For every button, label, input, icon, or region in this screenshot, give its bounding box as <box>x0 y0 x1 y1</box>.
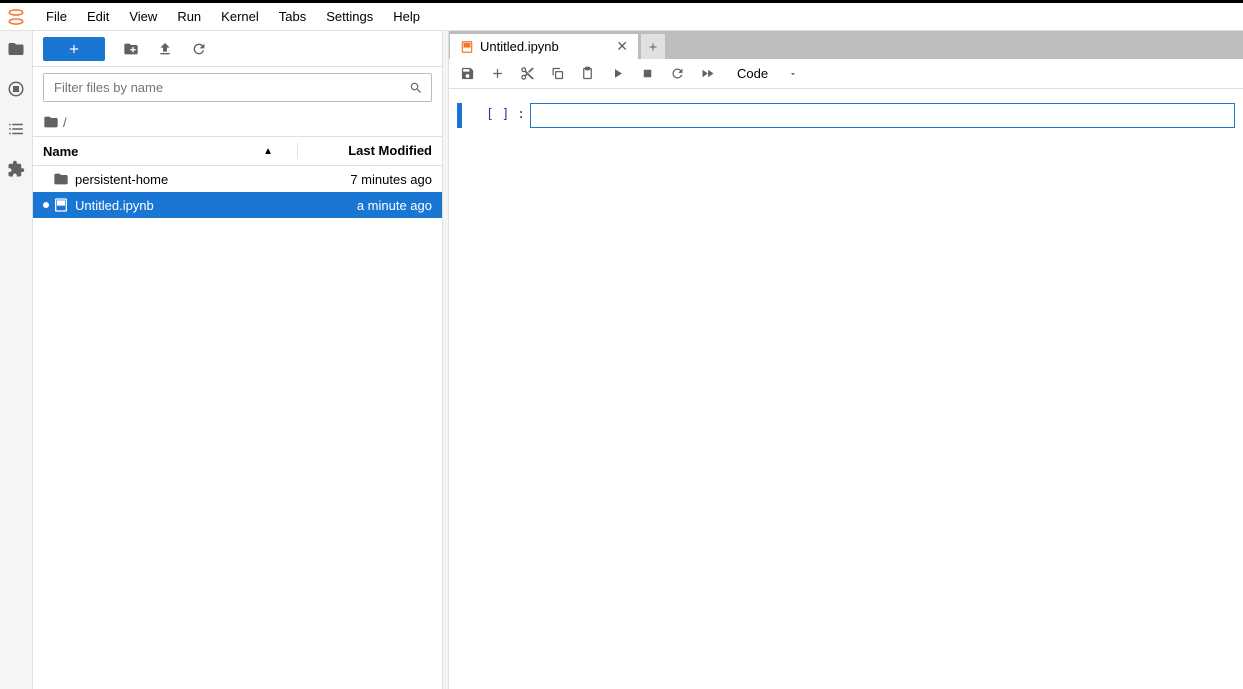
add-tab-button[interactable] <box>640 33 666 59</box>
file-row-folder[interactable]: persistent-home 7 minutes ago <box>33 166 442 192</box>
run-icon[interactable] <box>609 66 625 82</box>
notebook-toolbar: Code <box>449 59 1243 89</box>
menu-help[interactable]: Help <box>383 5 430 28</box>
restart-icon[interactable] <box>669 66 685 82</box>
file-name: Untitled.ipynb <box>75 198 357 213</box>
menu-bar: File Edit View Run Kernel Tabs Settings … <box>0 3 1243 31</box>
paste-icon[interactable] <box>579 66 595 82</box>
stop-icon[interactable] <box>639 66 655 82</box>
tab-bar: Untitled.ipynb ✕ <box>449 31 1243 59</box>
code-cell[interactable]: [ ] : <box>457 103 1235 128</box>
main-layout: / Name ▲ Last Modified persistent-home 7… <box>0 31 1243 689</box>
menu-view[interactable]: View <box>119 5 167 28</box>
running-dot <box>43 202 49 208</box>
copy-icon[interactable] <box>549 66 565 82</box>
folder-icon <box>43 114 59 130</box>
header-name-label: Name <box>43 144 78 159</box>
file-modified: 7 minutes ago <box>350 172 432 187</box>
header-name[interactable]: Name ▲ <box>43 143 293 159</box>
cut-icon[interactable] <box>519 66 535 82</box>
menu-settings[interactable]: Settings <box>316 5 383 28</box>
cell-type-select[interactable]: Code <box>737 66 798 81</box>
sort-caret-icon: ▲ <box>263 146 273 157</box>
add-cell-icon[interactable] <box>489 66 505 82</box>
cell-marker <box>457 103 462 128</box>
file-row-notebook[interactable]: Untitled.ipynb a minute ago <box>33 192 442 218</box>
search-icon <box>401 81 431 95</box>
notebook-tab[interactable]: Untitled.ipynb ✕ <box>449 33 639 59</box>
column-divider <box>297 143 298 159</box>
restart-run-all-icon[interactable] <box>699 66 715 82</box>
menu-file[interactable]: File <box>36 5 77 28</box>
toc-icon[interactable] <box>6 119 26 139</box>
filter-input-wrap <box>43 73 432 102</box>
breadcrumb-root: / <box>63 115 67 130</box>
notebook-body: [ ] : <box>449 89 1243 689</box>
upload-icon[interactable] <box>157 41 173 57</box>
file-name: persistent-home <box>75 172 350 187</box>
chevron-down-icon <box>788 69 798 79</box>
running-icon[interactable] <box>6 79 26 99</box>
activity-bar <box>0 31 33 689</box>
breadcrumb[interactable]: / <box>33 108 442 137</box>
jupyter-logo-icon <box>4 5 28 29</box>
cell-prompt: [ ] : <box>486 103 524 128</box>
main-area: Untitled.ipynb ✕ <box>449 31 1243 689</box>
extensions-icon[interactable] <box>6 159 26 179</box>
menu-tabs[interactable]: Tabs <box>269 5 316 28</box>
folder-icon <box>53 171 69 187</box>
save-icon[interactable] <box>459 66 475 82</box>
menu-edit[interactable]: Edit <box>77 5 119 28</box>
new-folder-icon[interactable] <box>123 41 139 57</box>
header-modified[interactable]: Last Modified <box>302 143 432 159</box>
file-modified: a minute ago <box>357 198 432 213</box>
filter-row <box>33 67 442 108</box>
refresh-icon[interactable] <box>191 41 207 57</box>
menu-kernel[interactable]: Kernel <box>211 5 269 28</box>
filter-input[interactable] <box>44 74 401 101</box>
notebook-icon <box>460 40 474 54</box>
notebook-icon <box>53 197 69 213</box>
file-browser-panel: / Name ▲ Last Modified persistent-home 7… <box>33 31 443 689</box>
close-icon[interactable]: ✕ <box>616 38 628 55</box>
menu-run[interactable]: Run <box>167 5 211 28</box>
cell-input[interactable] <box>530 103 1235 128</box>
tab-title: Untitled.ipynb <box>480 39 559 54</box>
file-toolbar <box>33 31 442 67</box>
new-launcher-button[interactable] <box>43 37 105 61</box>
file-list-header: Name ▲ Last Modified <box>33 137 442 166</box>
folder-icon[interactable] <box>6 39 26 59</box>
cell-type-label: Code <box>737 66 768 81</box>
